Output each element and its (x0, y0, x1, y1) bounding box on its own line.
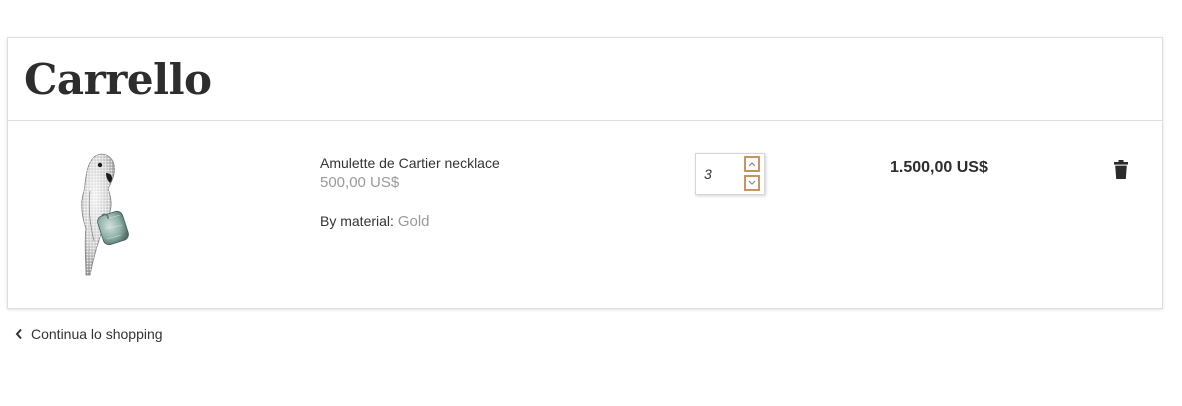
remove-item-button[interactable] (1113, 160, 1129, 180)
quantity-stepper (695, 153, 765, 195)
quantity-input[interactable] (704, 165, 740, 183)
continue-shopping-label: Continua lo shopping (31, 326, 163, 342)
product-unit-price: 500,00 US$ (320, 174, 400, 191)
product-name[interactable]: Amulette de Cartier necklace (320, 154, 500, 172)
quantity-increment-button[interactable] (744, 156, 760, 172)
attribute-label: By material: (320, 213, 394, 229)
line-total: 1.500,00 US$ (890, 159, 988, 176)
chevron-up-icon (748, 162, 756, 167)
product-image[interactable] (68, 151, 140, 279)
cart-item-row: Amulette de Cartier necklace 500,00 US$ … (8, 121, 1162, 309)
product-info: Amulette de Cartier necklace 500,00 US$ … (320, 154, 500, 231)
page-title: Carrello (24, 55, 212, 104)
trash-icon (1114, 160, 1128, 179)
cart-header: Carrello (8, 38, 1162, 121)
chevron-left-icon (15, 328, 22, 340)
cart-panel: Carrello Amulette de Cartier necklace 50… (7, 37, 1163, 309)
product-attribute: By material: Gold (320, 212, 500, 231)
continue-shopping-link[interactable]: Continua lo shopping (14, 326, 163, 342)
chevron-down-icon (748, 180, 756, 185)
attribute-value: Gold (397, 213, 430, 230)
quantity-decrement-button[interactable] (744, 175, 760, 191)
